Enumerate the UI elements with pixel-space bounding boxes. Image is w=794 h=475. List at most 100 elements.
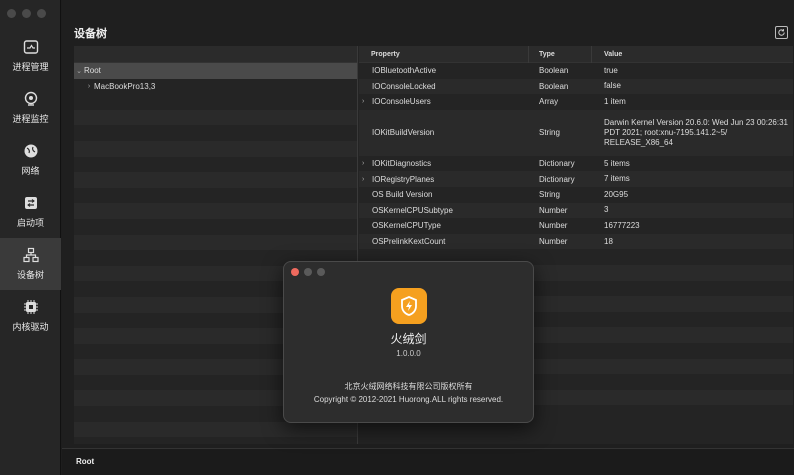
table-header: Property Type Value [359,45,793,63]
empty-row [74,109,357,126]
table-body: IOBluetoothActive Boolean true IOConsoleLoc… [359,63,793,250]
table-row[interactable]: › IORegistryPlanes Dictionary 7 items [359,171,793,187]
tree-node-label: MacBookPro13,3 [94,81,156,91]
sidebar-item-network[interactable]: 网络 [0,134,61,186]
status-bar: Root [62,448,794,475]
chevron-down-icon[interactable]: ⌄ [74,67,84,75]
cell-property: IOConsoleLocked [359,82,529,91]
cell-property: › IOConsoleUsers [359,97,529,106]
sidebar-item-label: 网络 [21,167,40,177]
table-row[interactable]: OSPrelinkKextCount Number 18 [359,233,793,250]
huorong-shield-icon [391,288,427,324]
dialog-close-button[interactable] [291,268,299,276]
table-row[interactable]: OSKernelCPUType Number 16777223 [359,218,793,234]
tree-node-macbookpro[interactable]: › MacBookPro13,3 [74,79,357,95]
table-row[interactable]: IOBluetoothActive Boolean true [359,63,793,79]
chevron-right-icon[interactable]: › [362,176,364,183]
empty-row [74,234,357,251]
zoom-window-button[interactable] [37,9,46,18]
kernel-driver-icon [23,300,38,314]
dialog-window-controls [291,268,325,276]
cell-property: IOKitBuildVersion [359,128,529,137]
sidebar-item-label: 启动项 [16,219,44,229]
cell-value: 16777223 [604,220,640,230]
dialog-zoom-button[interactable] [317,268,325,276]
cell-property: OSKernelCPUSubtype [359,206,529,215]
cell-property: OS Build Version [359,190,529,199]
property-name: IORegistryPlanes [372,174,435,184]
tree-node-root[interactable]: ⌄ Root [74,63,357,79]
column-header-property[interactable]: Property [359,45,529,63]
table-row[interactable]: OS Build Version String 20G95 [359,187,793,203]
sidebar-item-startup[interactable]: 启动项 [0,186,61,238]
page-title: 设备树 [74,27,107,40]
property-name: IOConsoleUsers [372,97,431,107]
cell-value: Darwin Kernel Version 20.6.0: Wed Jun 23… [604,117,788,147]
table-row[interactable]: › IOKitDiagnostics Dictionary 5 items [359,156,793,172]
property-name: OS Build Version [372,190,433,200]
cell-value: 18 [604,236,613,246]
refresh-icon [778,29,785,36]
property-name: IOBluetoothActive [372,66,437,76]
sidebar-item-label: 内核驱动 [12,323,49,333]
empty-row [74,219,357,235]
cell-type: String [539,190,560,200]
cell-value: 3 [604,205,609,215]
table-row[interactable]: OSKernelCPUSubtype Number 3 [359,202,793,219]
cell-type: Number [539,237,568,247]
sidebar-item-process-manage[interactable]: 进程管理 [0,30,61,82]
chevron-right-icon[interactable]: › [362,160,364,167]
property-name: IOKitDiagnostics [372,159,432,169]
app-version: 1.0.0.0 [396,349,421,358]
cell-type: Array [539,97,559,107]
cell-type: Number [539,221,568,231]
property-name: OSPrelinkKextCount [372,237,446,247]
cell-property: › IOKitDiagnostics [359,159,529,168]
sidebar-item-kernel-driver[interactable]: 内核驱动 [0,290,61,342]
network-icon [24,144,37,158]
empty-row [74,94,357,110]
close-window-button[interactable] [7,9,16,18]
cell-type: Boolean [539,81,569,91]
minimize-window-button[interactable] [22,9,31,18]
dialog-minimize-button[interactable] [304,268,312,276]
cell-value: 1 item [604,96,626,106]
empty-row [74,140,357,157]
copyright-text: Copyright © 2012-2021 Huorong.ALL rights… [313,395,504,404]
chevron-right-icon[interactable]: › [84,83,94,90]
cell-value: false [604,81,621,91]
column-header-type[interactable]: Type [529,45,592,63]
cell-property: › IORegistryPlanes [359,175,529,184]
table-row[interactable]: IOKitBuildVersion String Darwin Kernel Ver… [359,109,793,156]
refresh-button[interactable] [775,26,788,39]
property-name: OSKernelCPUSubtype [372,205,453,215]
cell-property: OSPrelinkKextCount [359,237,529,246]
sidebar: 进程管理 进程监控 网络 启动项 设备树 内核驱动 [0,0,61,475]
cell-value: 5 items [604,158,630,168]
window-controls [7,9,46,18]
column-header-value[interactable]: Value [592,46,793,63]
process-manage-icon [23,40,38,54]
empty-row [74,172,357,188]
table-row[interactable]: IOConsoleLocked Boolean false [359,78,793,95]
about-dialog: 火绒剑 1.0.0.0 北京火绒网络科技有限公司版权所有 Copyright ©… [283,261,534,423]
status-path: Root [76,457,95,466]
empty-row [74,188,357,204]
sidebar-item-label: 进程监控 [12,115,49,125]
cell-type: Dictionary [539,159,575,169]
sidebar-item-device-tree[interactable]: 设备树 [0,238,61,290]
table-row[interactable]: › IOConsoleUsers Array 1 item [359,94,793,110]
property-name: IOConsoleLocked [372,81,436,91]
app-name: 火绒剑 [390,332,427,346]
sidebar-item-process-monitor[interactable]: 进程监控 [0,82,61,134]
tree-header [74,46,357,63]
cell-type: Number [539,205,568,215]
cell-property: OSKernelCPUType [359,221,529,230]
company-rights: 北京火绒网络科技有限公司版权所有 [344,382,473,391]
chevron-right-icon[interactable]: › [362,98,364,105]
sidebar-item-label: 进程管理 [12,63,49,73]
cell-type: Dictionary [539,174,575,184]
empty-row [74,203,357,219]
device-tree-icon [22,247,39,263]
empty-row [74,125,357,141]
